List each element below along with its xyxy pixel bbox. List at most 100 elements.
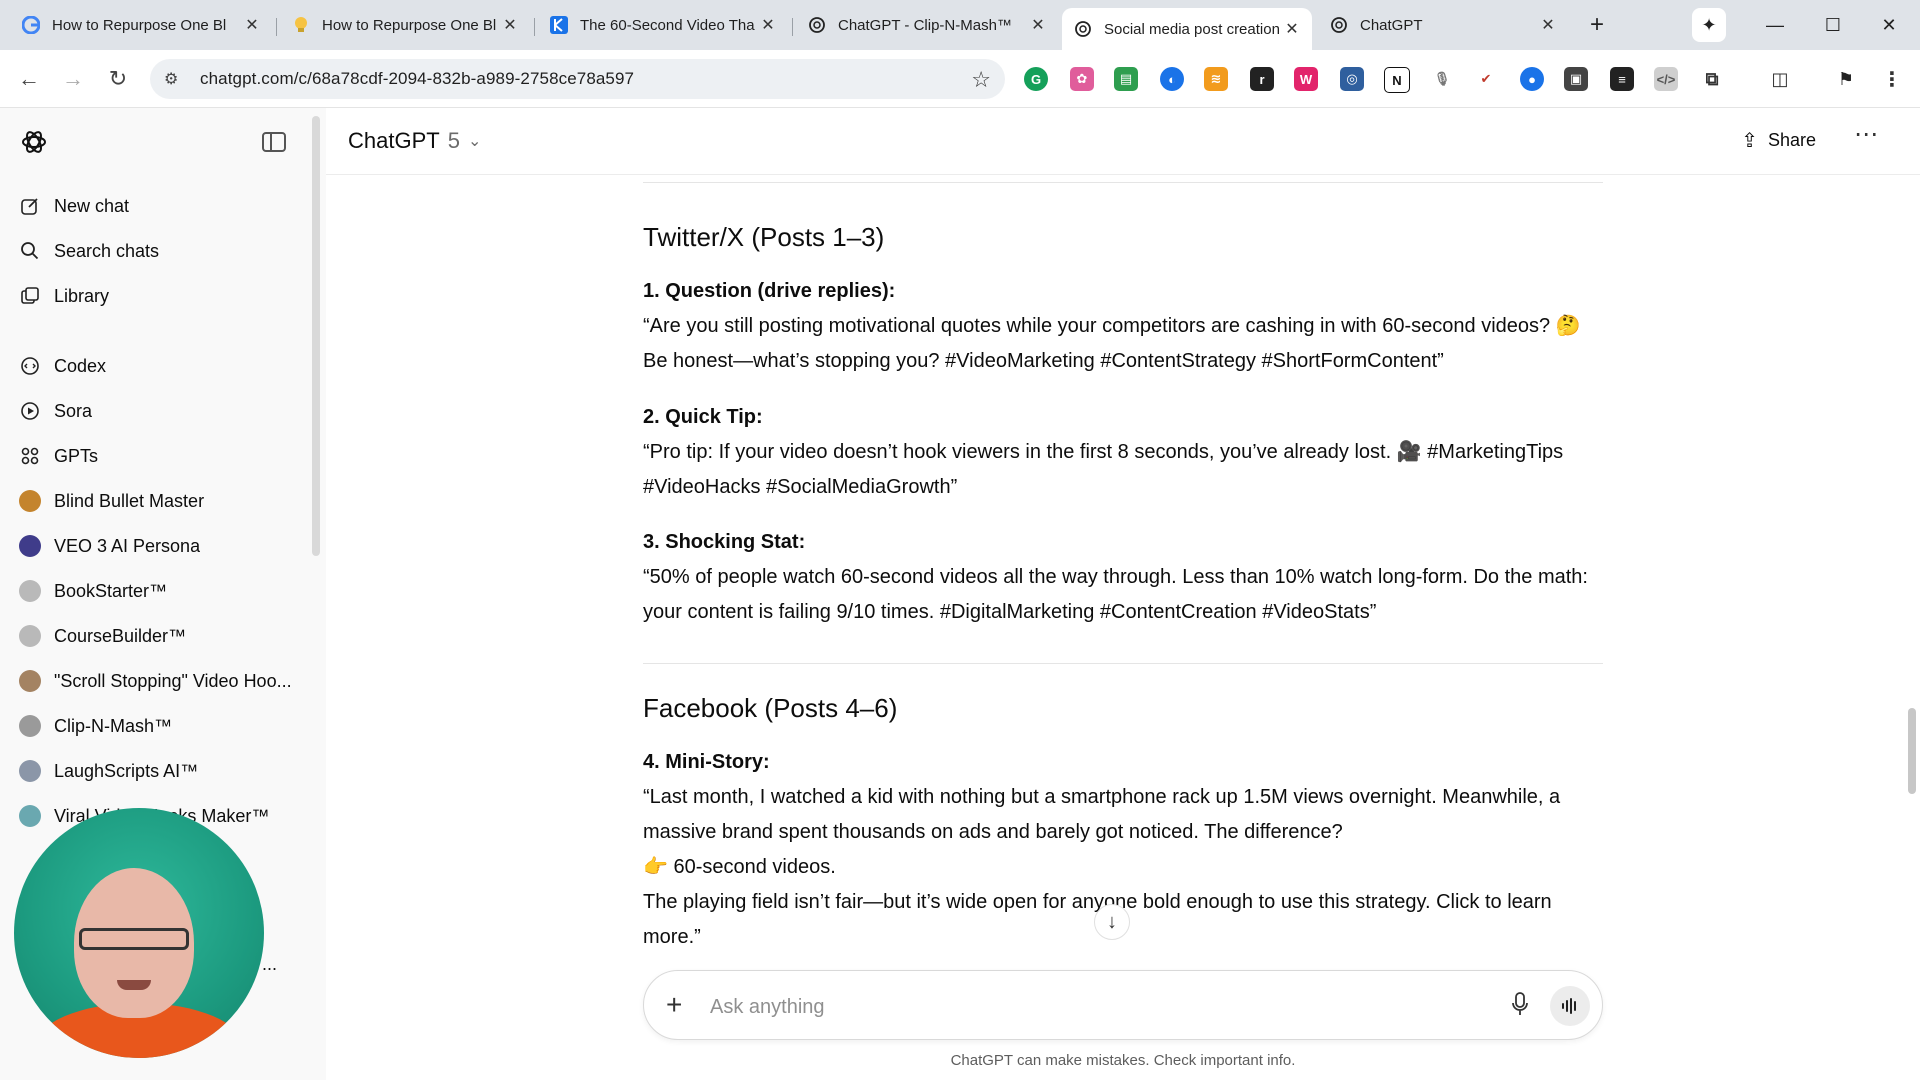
close-icon[interactable]: ✕ xyxy=(1030,15,1046,35)
code-icon[interactable]: </> xyxy=(1654,67,1678,91)
extension-icon[interactable]: ● xyxy=(1520,67,1544,91)
gpt-avatar-icon xyxy=(18,579,42,603)
sidebar-item-label: BookStarter™ xyxy=(54,580,168,601)
close-icon[interactable]: ✕ xyxy=(502,15,518,35)
browser-menu-icon[interactable]: ⋮ xyxy=(1880,67,1904,91)
post-line: massive brand spent thousands on ads and… xyxy=(643,821,1343,843)
tab-title: How to Repurpose One Bl xyxy=(322,16,497,34)
scroll-to-bottom-button[interactable]: ↓ xyxy=(1094,904,1130,940)
close-icon[interactable]: ✕ xyxy=(760,15,776,35)
tab-1[interactable]: How to Repurpose One Bl ✕ xyxy=(10,7,272,43)
post-line: Be honest—what’s stopping you? #VideoMar… xyxy=(643,350,1444,372)
voice-mode-button[interactable] xyxy=(1550,986,1590,1026)
tab-3[interactable]: The 60-Second Video Tha ✕ xyxy=(538,7,788,43)
tab-4[interactable]: ChatGPT - Clip-N-Mash™ ✕ xyxy=(796,7,1058,43)
prompt-input[interactable] xyxy=(708,991,1412,1023)
close-icon[interactable]: ✕ xyxy=(244,15,260,35)
webcam-overlay xyxy=(14,808,264,1058)
screen-capture-icon[interactable]: ▣ xyxy=(1564,67,1588,91)
sidebar-more-indicator[interactable]: ... xyxy=(262,946,292,982)
forward-icon[interactable]: → xyxy=(58,64,88,94)
main-scrollbar[interactable] xyxy=(1908,708,1916,794)
post-line: your content is failing 9/10 times. #Dig… xyxy=(643,601,1377,623)
extension-icon[interactable]: ◎ xyxy=(1340,67,1364,91)
sidebar-toggle-icon[interactable] xyxy=(262,132,286,152)
sidebar-item-library[interactable]: Library xyxy=(18,278,298,314)
extensions-puzzle-icon[interactable]: ⧉ xyxy=(1700,67,1724,91)
maximize-icon[interactable]: ☐ xyxy=(1818,10,1848,40)
site-settings-icon[interactable]: ⚙ xyxy=(164,69,188,89)
microphone-icon[interactable]: 🎙 xyxy=(1430,67,1454,91)
gpt-avatar-icon xyxy=(18,624,42,648)
gpt-avatar-icon xyxy=(18,759,42,783)
tab-title: The 60-Second Video Tha xyxy=(580,16,755,34)
back-icon[interactable]: ← xyxy=(14,64,44,94)
post-line: #VideoHacks #SocialMediaGrowth” xyxy=(643,476,958,498)
sidebar-item-gpt[interactable]: "Scroll Stopping" Video Hoo... xyxy=(18,663,298,699)
notion-icon[interactable]: N xyxy=(1384,67,1410,93)
sidebar-item-label: Codex xyxy=(54,355,107,376)
openai-icon xyxy=(808,16,826,34)
ellipsis-text: ... xyxy=(262,953,278,974)
sidebar-item-label: Blind Bullet Master xyxy=(54,490,205,511)
sidebar-scrollbar[interactable] xyxy=(312,116,320,556)
sidebar-item-label: "Scroll Stopping" Video Hoo... xyxy=(54,670,292,691)
extension-icon[interactable]: r xyxy=(1250,67,1274,91)
sidebar-item-sora[interactable]: Sora xyxy=(18,393,298,429)
microphone-icon[interactable] xyxy=(1510,991,1530,1023)
tab-title: How to Repurpose One Bl xyxy=(52,16,227,34)
tab-6[interactable]: ChatGPT ✕ xyxy=(1318,7,1568,43)
sidebar-item-search-chats[interactable]: Search chats xyxy=(18,233,298,269)
close-window-icon[interactable]: ✕ xyxy=(1874,10,1904,40)
extension-icon[interactable]: ▤ xyxy=(1114,67,1138,91)
reload-icon[interactable]: ↻ xyxy=(103,64,133,94)
side-panel-icon[interactable]: ◫ xyxy=(1768,67,1792,91)
extension-icon[interactable]: W xyxy=(1294,67,1318,91)
sidebar-item-new-chat[interactable]: New chat xyxy=(18,188,298,224)
new-tab-icon[interactable]: + xyxy=(1582,10,1612,40)
bookmark-star-icon[interactable]: ☆ xyxy=(971,67,991,93)
extension-icon[interactable]: ◐ xyxy=(1160,67,1184,91)
extension-icon[interactable]: ✔ xyxy=(1474,67,1498,91)
sidebar-item-gpt[interactable]: BookStarter™ xyxy=(18,573,298,609)
sidebar-item-gpts[interactable]: GPTs xyxy=(18,438,298,474)
close-icon[interactable]: ✕ xyxy=(1540,15,1556,35)
rss-icon[interactable]: ≋ xyxy=(1204,67,1228,91)
extension-icon[interactable]: ✿ xyxy=(1070,67,1094,91)
gpt-avatar-icon xyxy=(18,669,42,693)
sidebar-item-gpt[interactable]: VEO 3 AI Persona xyxy=(18,528,298,564)
gemini-sparkle-icon[interactable]: ✦ xyxy=(1692,8,1726,42)
sidebar-item-gpt[interactable]: CourseBuilder™ xyxy=(18,618,298,654)
play-circle-icon xyxy=(18,399,42,423)
chevron-down-icon: ⌄ xyxy=(467,133,482,150)
message-composer[interactable]: + xyxy=(643,970,1603,1040)
post-2: 2. Quick Tip: “Pro tip: If your video do… xyxy=(643,406,1563,505)
post-line: “Last month, I watched a kid with nothin… xyxy=(643,786,1561,808)
sidebar-item-gpt[interactable]: Blind Bullet Master xyxy=(18,483,298,519)
model-selector[interactable]: ChatGPT 5 ⌄ xyxy=(348,128,481,154)
model-version: 5 xyxy=(447,128,460,153)
post-title: 2. Quick Tip: xyxy=(643,406,763,428)
blue-k-icon xyxy=(550,16,568,34)
more-options-icon[interactable]: ⋯ xyxy=(1854,120,1878,149)
address-bar[interactable]: ⚙ chatgpt.com/c/68a78cdf-2094-832b-a989-… xyxy=(150,59,1005,99)
close-icon[interactable]: ✕ xyxy=(1284,19,1300,39)
section-twitter: Twitter/X (Posts 1–3) xyxy=(643,222,884,253)
browser-tab-strip: How to Repurpose One Bl ✕ How to Repurpo… xyxy=(0,0,1920,50)
share-button[interactable]: ⇪ Share xyxy=(1741,128,1816,153)
sidebar-item-label: CourseBuilder™ xyxy=(54,625,187,646)
minimize-icon[interactable]: — xyxy=(1760,10,1790,40)
add-attachment-icon[interactable]: + xyxy=(666,989,682,1021)
layers-icon[interactable]: ≡ xyxy=(1610,67,1634,91)
sidebar-item-gpt[interactable]: Clip-N-Mash™ xyxy=(18,708,298,744)
chatgpt-logo-icon[interactable] xyxy=(20,128,48,156)
sidebar-item-gpt[interactable]: LaughScripts AI™ xyxy=(18,753,298,789)
tab-5-active[interactable]: Social media post creation ✕ xyxy=(1062,8,1312,50)
post-title: 4. Mini-Story: xyxy=(643,751,770,773)
gpt-avatar-icon xyxy=(18,804,42,828)
profile-icon[interactable]: ⚑ xyxy=(1834,67,1858,91)
tab-2[interactable]: How to Repurpose One Bl ✕ xyxy=(280,7,530,43)
google-icon xyxy=(22,16,40,34)
grammarly-icon[interactable]: G xyxy=(1024,67,1048,91)
sidebar-item-codex[interactable]: Codex xyxy=(18,348,298,384)
